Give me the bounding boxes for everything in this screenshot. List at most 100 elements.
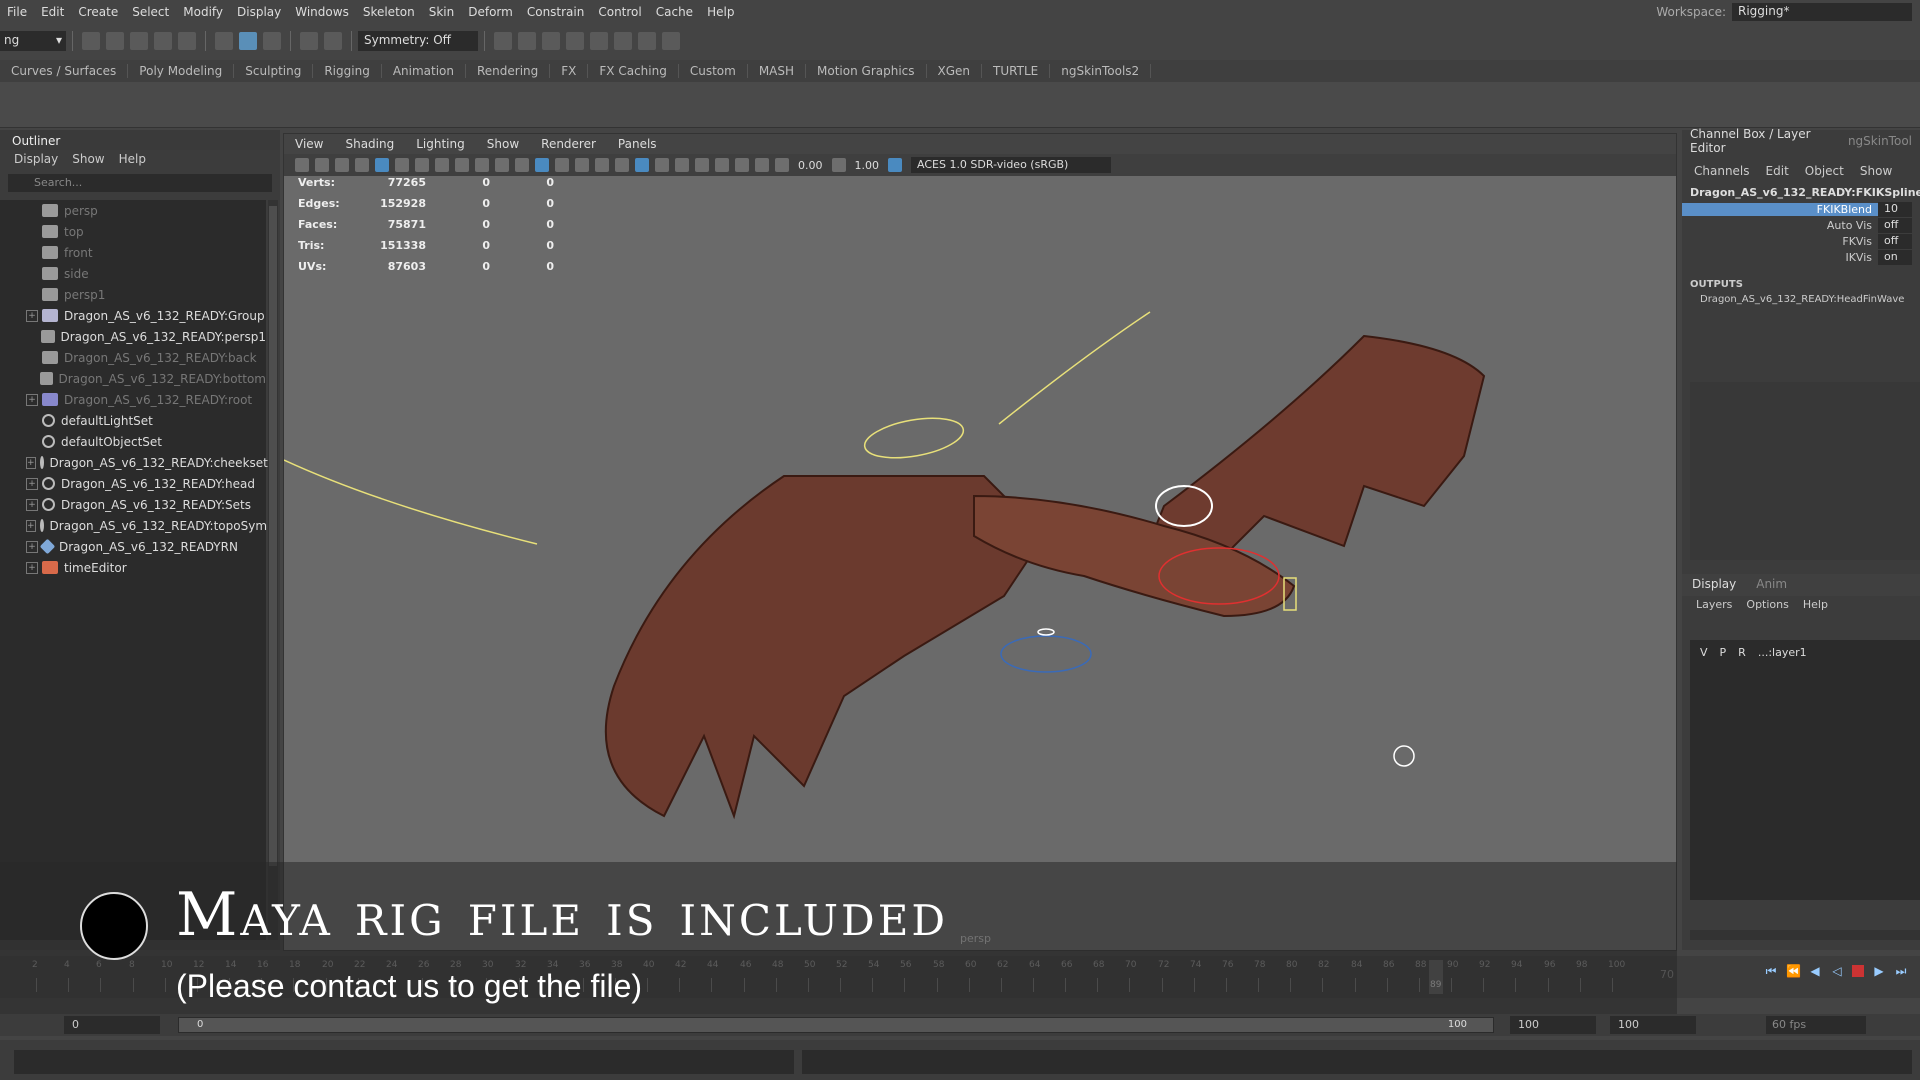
ipr-render-icon[interactable] (542, 32, 560, 50)
playback-end-field[interactable]: 100 (1510, 1016, 1596, 1034)
motion-blur-icon[interactable] (715, 158, 729, 172)
outliner-item[interactable]: + Dragon_AS_v6_132_READYRN (0, 536, 266, 557)
open-scene-icon[interactable] (106, 32, 124, 50)
shelf-tab[interactable]: Sculpting (234, 64, 314, 78)
shelf-tab[interactable]: FX (550, 64, 589, 78)
image-plane-icon[interactable] (355, 158, 369, 172)
go-to-start-icon[interactable]: ⏮ (1764, 964, 1778, 978)
outliner-menu-item[interactable]: Help (119, 152, 146, 166)
film-gate-icon[interactable] (415, 158, 429, 172)
animation-end-field[interactable]: 100 (1610, 1016, 1696, 1034)
menu-modify[interactable]: Modify (176, 5, 230, 19)
step-back-icon[interactable]: ◀ (1808, 964, 1822, 978)
viewport-menu-show[interactable]: Show (476, 137, 530, 151)
range-slider[interactable]: 0 100 (178, 1017, 1494, 1033)
gamma-field[interactable]: 1.00 (849, 159, 886, 172)
shelf-tab[interactable]: Custom (679, 64, 748, 78)
cog-control[interactable] (1037, 628, 1055, 636)
menu-cache[interactable]: Cache (649, 5, 700, 19)
layer-menu-item[interactable]: Options (1746, 598, 1788, 611)
select-hierarchy-icon[interactable] (215, 32, 233, 50)
select-component-icon[interactable] (263, 32, 281, 50)
manipulator-icon[interactable] (1393, 745, 1415, 767)
tab-ngskintools[interactable]: ngSkinTool (1840, 134, 1920, 148)
menu-deform[interactable]: Deform (461, 5, 520, 19)
save-scene-icon[interactable] (130, 32, 148, 50)
outliner-item[interactable]: + Dragon_AS_v6_132_READY:head (0, 473, 266, 494)
resolution-gate-icon[interactable] (435, 158, 449, 172)
dragon-scene[interactable] (284, 176, 1676, 950)
pause-icon[interactable] (662, 32, 680, 50)
attribute-row[interactable]: Auto Vis off (1682, 217, 1920, 233)
viewport-menu-renderer[interactable]: Renderer (530, 137, 607, 151)
outliner-item[interactable]: Dragon_AS_v6_132_READY:back (0, 347, 266, 368)
viewport-menu-panels[interactable]: Panels (607, 137, 668, 151)
menu-set-dropdown[interactable]: ng ▾ (0, 31, 66, 51)
camera-select-icon[interactable] (295, 158, 309, 172)
menu-control[interactable]: Control (591, 5, 648, 19)
shelf-tab[interactable]: Animation (382, 64, 466, 78)
attribute-name[interactable]: FKVis (1682, 235, 1878, 248)
expand-icon[interactable]: + (26, 498, 38, 511)
layer-menu-item[interactable]: Layers (1696, 598, 1732, 611)
render-settings-icon[interactable] (566, 32, 584, 50)
snap-curve-icon[interactable] (324, 32, 342, 50)
shelf-tab[interactable]: Rendering (466, 64, 551, 78)
xray-joints-icon[interactable] (675, 158, 689, 172)
shelf-tab[interactable]: Rigging (313, 64, 382, 78)
field-chart-icon[interactable] (475, 158, 489, 172)
lights-icon[interactable] (595, 158, 609, 172)
outliner-item[interactable]: persp (0, 200, 266, 221)
tab-channel-box[interactable]: Channel Box / Layer Editor (1682, 127, 1840, 155)
tab-anim[interactable]: Anim (1746, 574, 1797, 596)
layer-reference-toggle[interactable]: R (1738, 646, 1746, 659)
view-transform-dropdown[interactable]: ACES 1.0 SDR-video (sRGB) (911, 157, 1111, 173)
menu-skin[interactable]: Skin (422, 5, 462, 19)
outliner-item[interactable]: front (0, 242, 266, 263)
attribute-row[interactable]: FKVis off (1682, 233, 1920, 249)
color-management-icon[interactable] (888, 158, 902, 172)
expand-icon[interactable]: + (26, 477, 38, 490)
layer-menu-item[interactable]: Help (1803, 598, 1828, 611)
attribute-value[interactable]: on (1878, 249, 1912, 265)
channel-box-menu-item[interactable]: Edit (1766, 164, 1789, 178)
outliner-item[interactable]: defaultObjectSet (0, 431, 266, 452)
smooth-shade-icon[interactable] (535, 158, 549, 172)
scrollbar-thumb[interactable] (269, 206, 277, 866)
expand-icon[interactable]: + (26, 309, 38, 322)
redo-icon[interactable] (178, 32, 196, 50)
menu-constrain[interactable]: Constrain (520, 5, 592, 19)
channel-box-menu-item[interactable]: Object (1805, 164, 1844, 178)
outliner-item[interactable]: + Dragon_AS_v6_132_READY:Sets (0, 494, 266, 515)
outliner-item[interactable]: + Dragon_AS_v6_132_READY:cheekset (0, 452, 268, 473)
go-to-end-icon[interactable]: ⏭ (1894, 964, 1908, 978)
outliner-menu-item[interactable]: Display (14, 152, 58, 166)
layer-playback-toggle[interactable]: P (1720, 646, 1727, 659)
attribute-value[interactable]: off (1878, 233, 1912, 249)
xray-components-icon[interactable] (695, 158, 709, 172)
exposure-field[interactable]: 0.00 (792, 159, 829, 172)
wireframe-icon[interactable] (515, 158, 529, 172)
attribute-row[interactable]: FKIKBlend 10 (1682, 201, 1920, 217)
menu-windows[interactable]: Windows (288, 5, 356, 19)
outliner-item[interactable]: Dragon_AS_v6_132_READY:bottom (0, 368, 266, 389)
render-setup-icon[interactable] (614, 32, 632, 50)
attribute-name[interactable]: FKIKBlend (1682, 202, 1878, 216)
control-curve[interactable] (284, 459, 538, 545)
ambient-occlusion-icon[interactable] (755, 158, 769, 172)
root-control[interactable] (1000, 635, 1092, 673)
viewport-panel[interactable]: View Shading Lighting Show Renderer Panels 0.… (283, 133, 1677, 951)
expand-icon[interactable]: + (26, 519, 36, 532)
hypershade-icon[interactable] (590, 32, 608, 50)
render-view-icon[interactable] (494, 32, 512, 50)
layer-name[interactable]: ...:layer1 (1758, 646, 1807, 659)
outliner-scrollbar[interactable] (268, 200, 278, 940)
textured-icon[interactable] (575, 158, 589, 172)
workspace-value[interactable]: Rigging* (1732, 3, 1912, 21)
play-backward-icon[interactable]: ◁ (1830, 964, 1844, 978)
symmetry-dropdown[interactable]: Symmetry: Off (358, 31, 478, 51)
step-back-key-icon[interactable]: ⏪ (1786, 964, 1801, 978)
gamma-icon[interactable] (831, 158, 846, 172)
viewport-menu-lighting[interactable]: Lighting (405, 137, 476, 151)
control-curve[interactable] (862, 412, 967, 465)
